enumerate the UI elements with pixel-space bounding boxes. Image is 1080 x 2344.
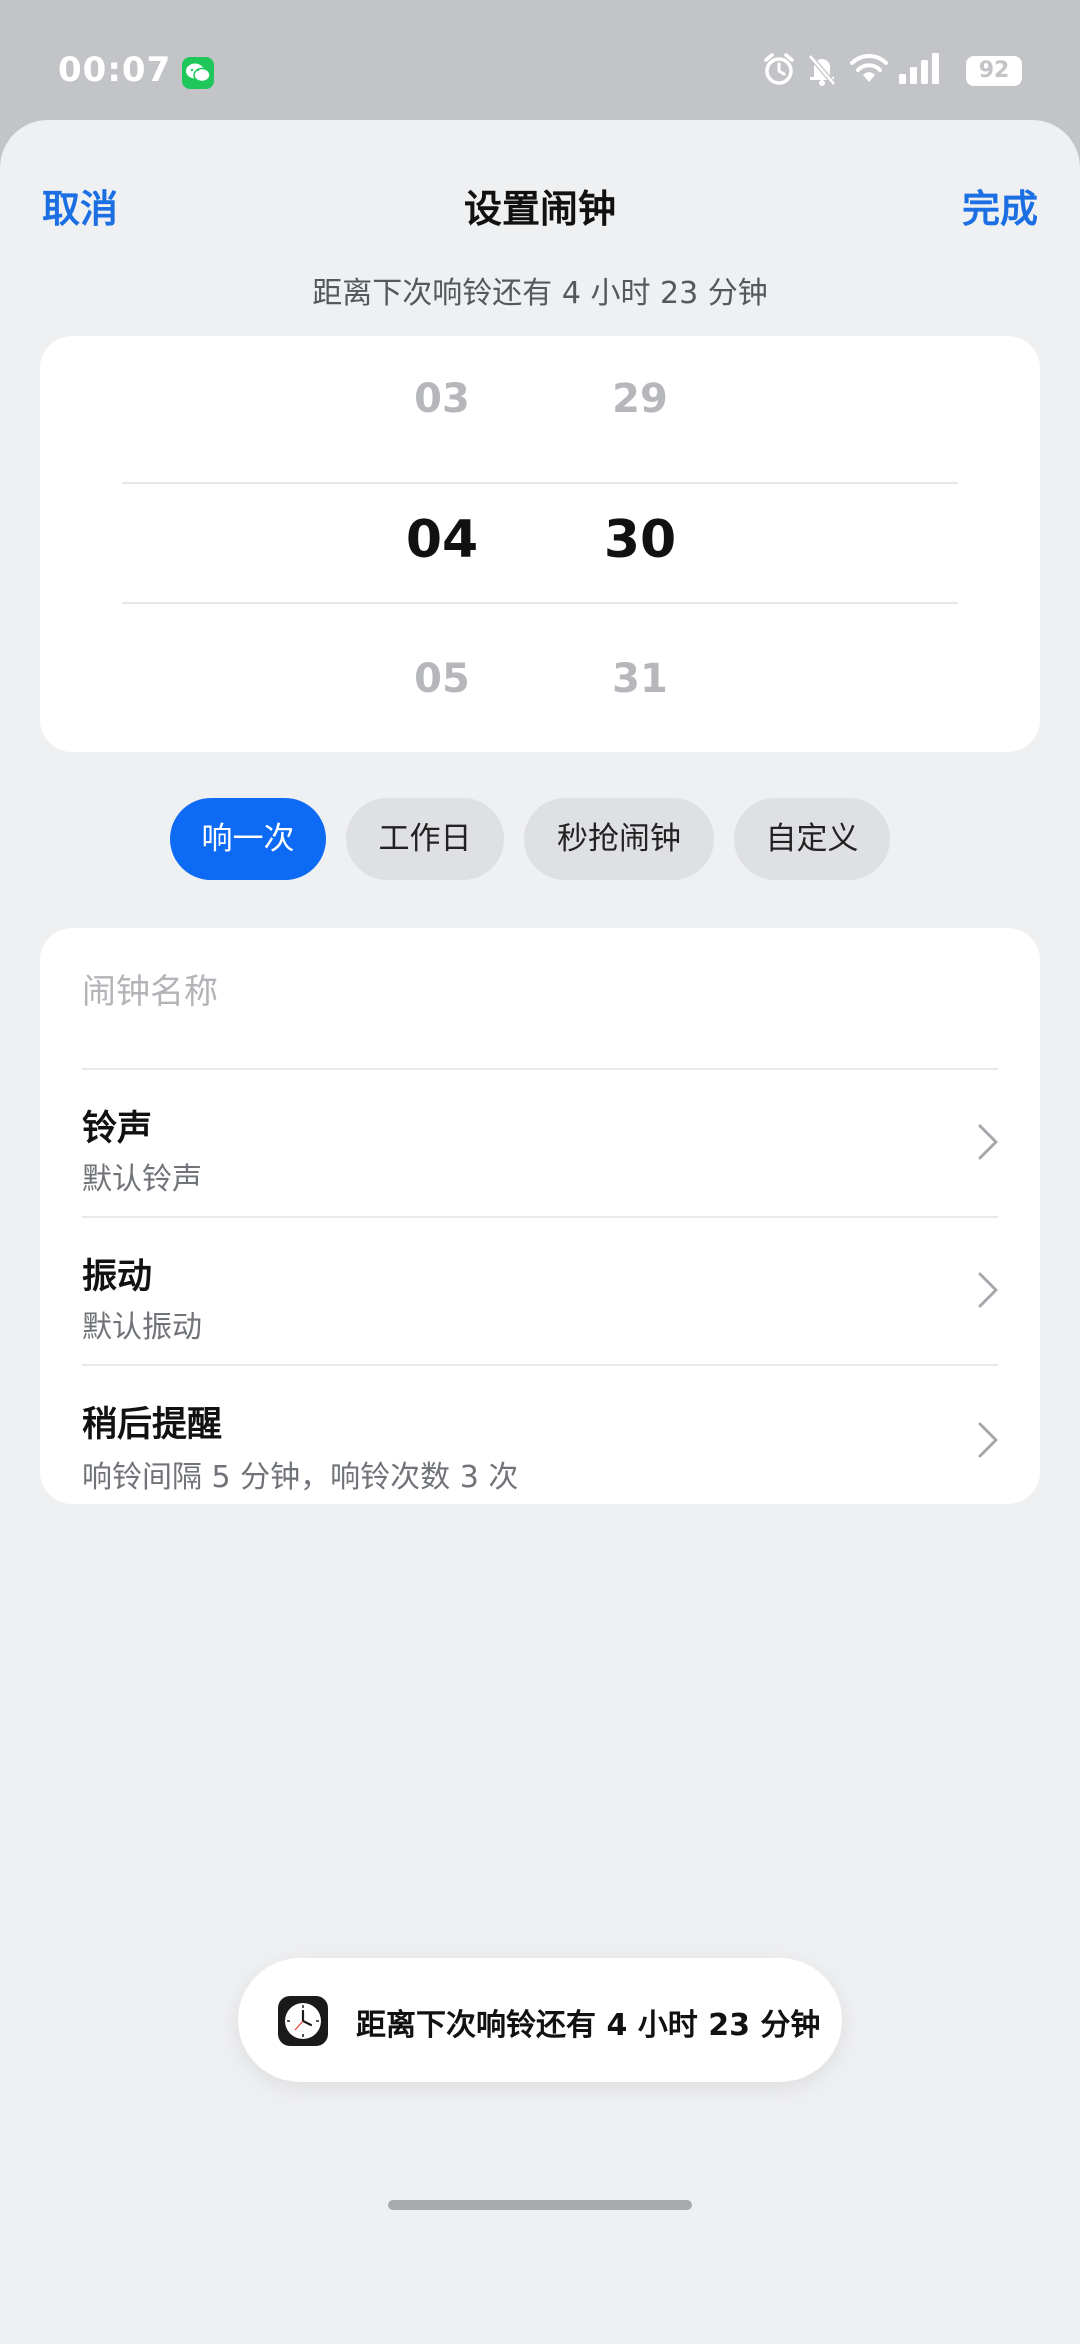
minute-next[interactable]: 31 [570,656,710,702]
chip-workdays[interactable]: 工作日 [346,798,504,880]
hour-next[interactable]: 05 [372,656,512,702]
chevron-right-icon [978,1272,998,1308]
ringtone-title: 铃声 [82,1109,153,1149]
time-picker: 03 04 05 29 30 31 [40,336,1040,752]
chip-once[interactable]: 响一次 [170,798,326,880]
minute-selected[interactable]: 30 [570,510,710,570]
vibration-value: 默认振动 [82,1310,202,1345]
ringtone-value: 默认铃声 [82,1162,202,1197]
chip-quick-alarm[interactable]: 秒抢闹钟 [524,798,714,880]
picker-top-line [122,482,958,484]
battery-icon: 92 [966,56,1022,86]
alarm-name-input[interactable]: 闹钟名称 [82,952,998,1032]
minute-prev[interactable]: 29 [570,376,710,422]
hour-wheel[interactable]: 03 04 05 [372,336,512,752]
hour-prev[interactable]: 03 [372,376,512,422]
alarm-sheet: 取消 设置闹钟 完成 距离下次响铃还有 4 小时 23 分钟 03 04 05 … [0,120,1080,2344]
wechat-icon [182,57,214,89]
signal-icon [899,53,939,84]
status-icons: 92 [762,52,1022,92]
alarm-icon [764,53,794,85]
minute-wheel[interactable]: 29 30 31 [570,336,710,752]
hour-selected[interactable]: 04 [372,510,512,570]
toast-text: 距离下次响铃还有 4 小时 23 分钟 [356,2008,821,2043]
mute-bell-icon [808,54,836,86]
page-title: 设置闹钟 [463,187,616,231]
status-bar: 00:07 92 [0,0,1080,120]
snooze-row[interactable]: 稍后提醒 响铃间隔 5 分钟，响铃次数 3 次 [40,1366,1040,1504]
top-bar: 取消 设置闹钟 完成 [0,120,1080,280]
ringtone-row[interactable]: 铃声 默认铃声 [40,1070,1040,1216]
next-ring-subtitle: 距离下次响铃还有 4 小时 23 分钟 [312,276,768,311]
settings-card: 闹钟名称 铃声 默认铃声 振动 默认振动 稍后提醒 响铃间隔 5 分钟，响铃次数… [40,928,1040,1504]
chip-custom[interactable]: 自定义 [734,798,890,880]
wifi-icon [850,53,888,82]
repeat-options: 响一次 工作日 秒抢闹钟 自定义 [0,798,1080,882]
snooze-value: 响铃间隔 5 分钟，响铃次数 3 次 [82,1460,519,1495]
chevron-right-icon [978,1422,998,1458]
home-indicator[interactable] [388,2200,692,2210]
chevron-right-icon [978,1124,998,1160]
done-button[interactable]: 完成 [962,178,1038,233]
next-ring-toast: 距离下次响铃还有 4 小时 23 分钟 [238,1958,842,2082]
clock-app-icon [278,1996,328,2046]
picker-bottom-line [122,602,958,604]
vibration-title: 振动 [82,1257,153,1297]
status-time: 00:07 [58,50,172,90]
vibration-row[interactable]: 振动 默认振动 [40,1218,1040,1364]
snooze-title: 稍后提醒 [82,1405,223,1445]
